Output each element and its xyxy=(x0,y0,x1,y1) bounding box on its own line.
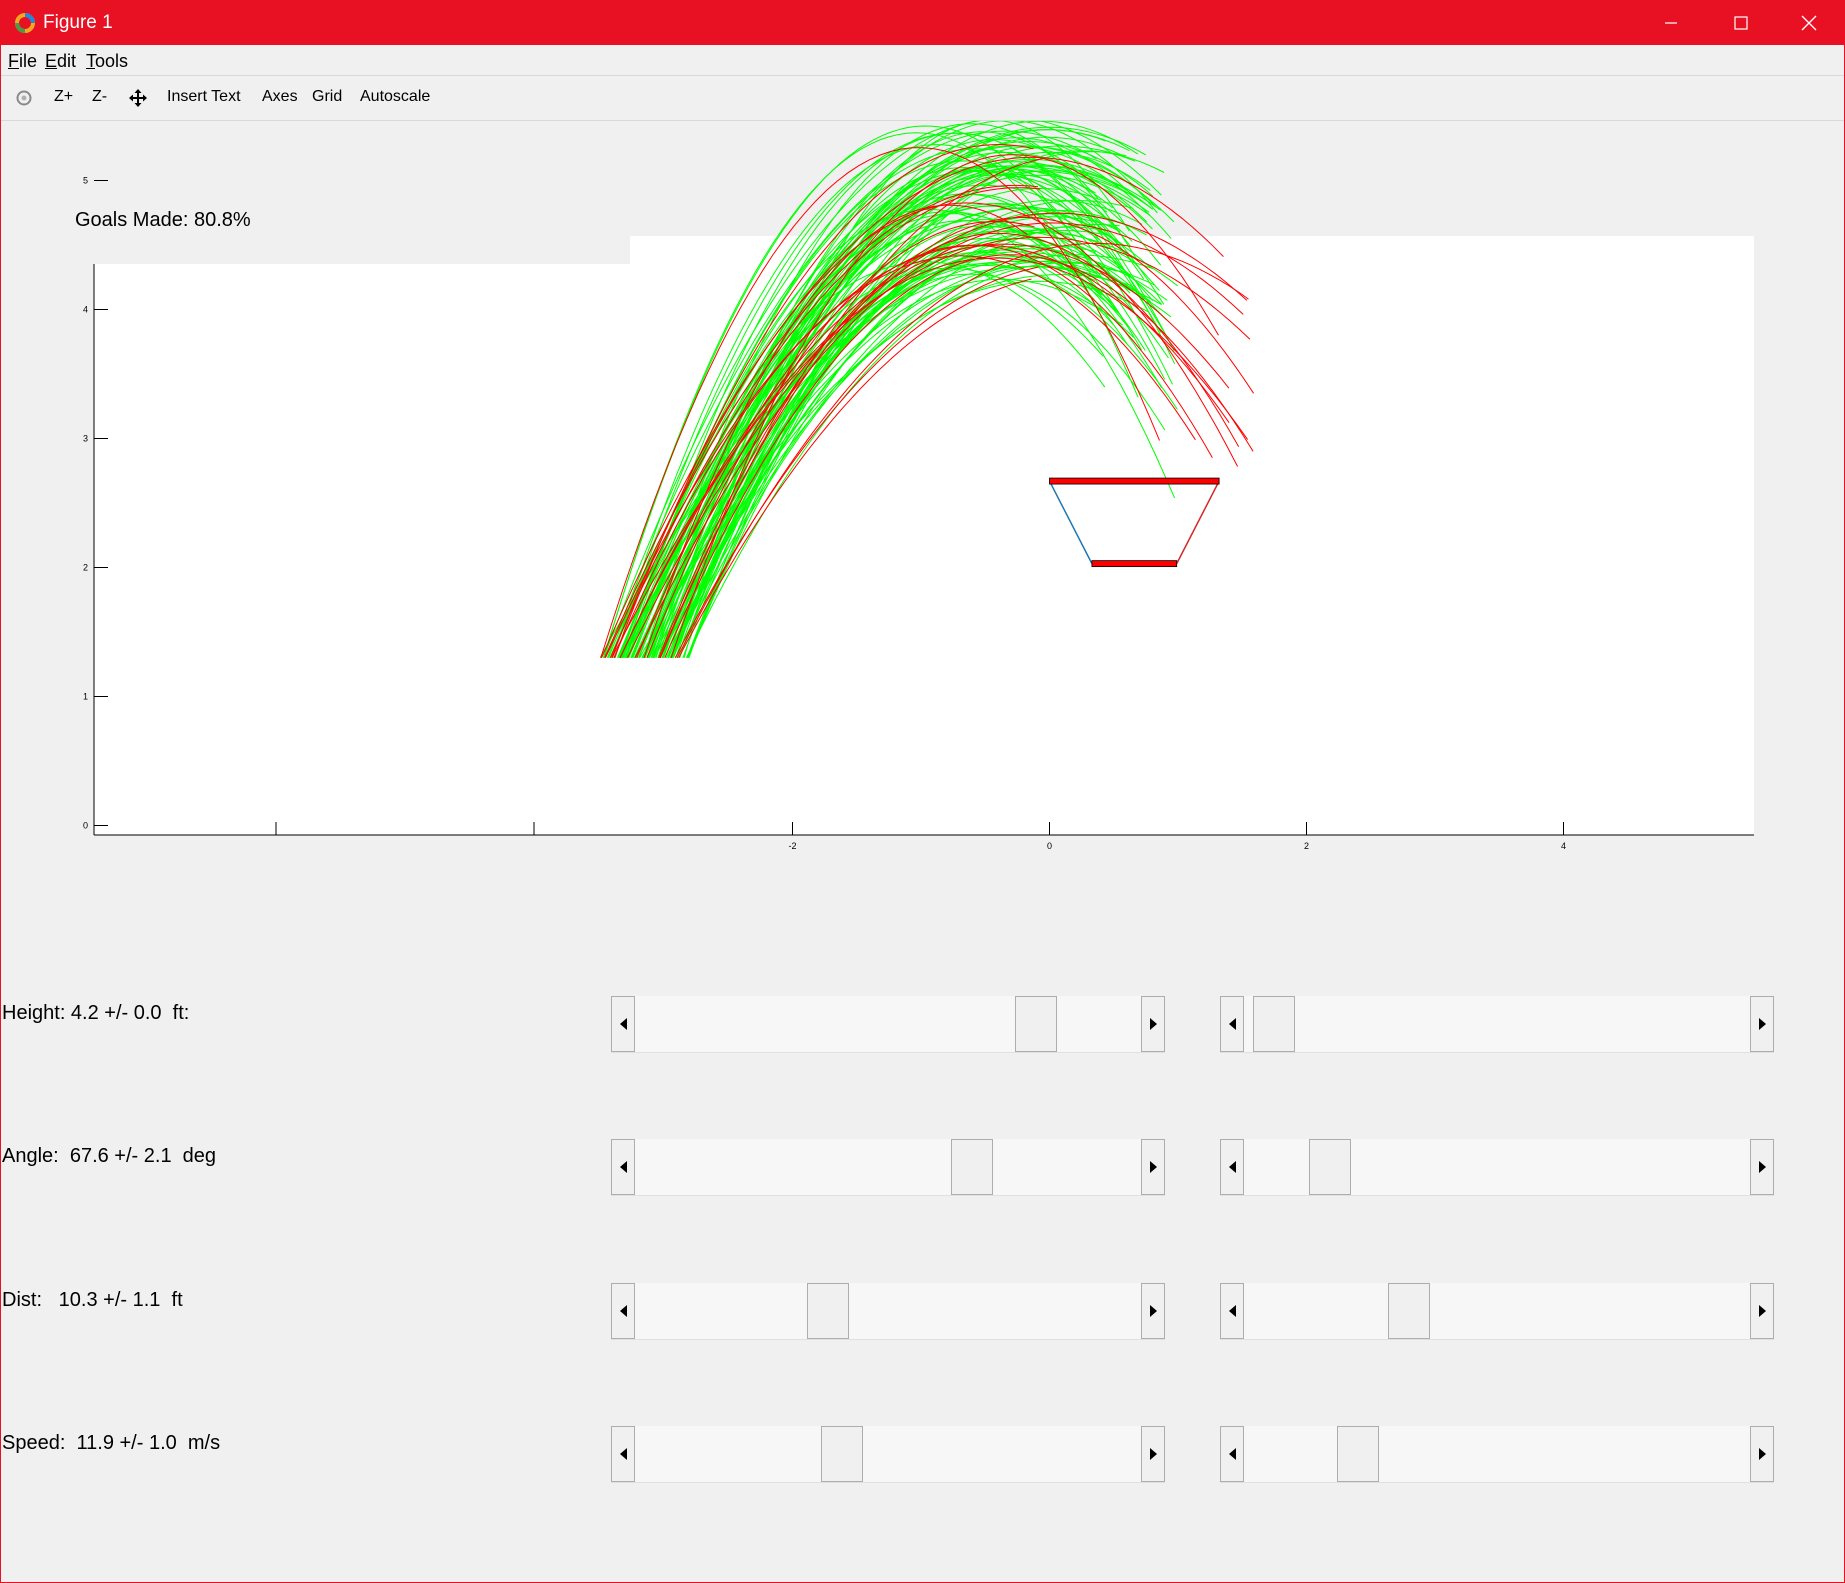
scroll-right-button[interactable] xyxy=(1750,1283,1774,1339)
grid-button[interactable]: Grid xyxy=(312,88,342,106)
arrow-right-icon xyxy=(1758,1448,1766,1460)
octave-logo-icon xyxy=(13,11,37,35)
maximize-button[interactable] xyxy=(1706,1,1776,45)
scroll-left-button[interactable] xyxy=(1220,996,1244,1052)
pan-icon xyxy=(129,89,147,107)
dist-mean-slider[interactable] xyxy=(611,1283,1165,1340)
speed-mean-slider[interactable] xyxy=(611,1426,1165,1483)
minimize-button[interactable] xyxy=(1636,1,1706,45)
slider-thumb[interactable] xyxy=(950,1139,993,1195)
y-tick-label: 5 xyxy=(83,176,88,186)
figure-canvas: -2 0 2 4 0 1 2 3 4 5 Goals Made: 80.8% xyxy=(1,121,1844,1582)
scroll-left-button[interactable] xyxy=(611,996,635,1052)
arrow-right-icon xyxy=(1149,1448,1157,1460)
zoom-in-button[interactable]: Z+ xyxy=(54,88,73,106)
hoop-bottom-rim xyxy=(1091,560,1178,568)
scroll-right-button[interactable] xyxy=(1750,1426,1774,1482)
menu-edit[interactable]: Edit xyxy=(45,51,76,72)
x-tick-label: -2 xyxy=(788,841,796,851)
menu-file-mnemonic: F xyxy=(8,51,19,71)
menu-edit-label: dit xyxy=(57,51,77,71)
scroll-right-button[interactable] xyxy=(1141,1283,1165,1339)
scroll-right-button[interactable] xyxy=(1141,1426,1165,1482)
figure-window: Figure 1 File Edit Tools Z+ Z- Insert Te… xyxy=(0,0,1845,1583)
slider-thumb[interactable] xyxy=(1336,1426,1379,1482)
scroll-left-button[interactable] xyxy=(1220,1283,1244,1339)
goals-made-label: Goals Made: 80.8% xyxy=(75,209,251,231)
slider-thumb[interactable] xyxy=(1015,996,1058,1052)
title-bar[interactable]: Figure 1 xyxy=(1,1,1844,45)
speed-spread-slider[interactable] xyxy=(1220,1426,1774,1483)
arrow-right-icon xyxy=(1149,1018,1157,1030)
menu-edit-mnemonic: E xyxy=(45,51,58,71)
angle-mean-slider[interactable] xyxy=(611,1139,1165,1196)
scroll-left-button[interactable] xyxy=(1220,1139,1244,1195)
slider-thumb[interactable] xyxy=(1253,996,1296,1052)
scroll-left-button[interactable] xyxy=(1220,1426,1244,1482)
axes-button[interactable]: Axes xyxy=(262,88,298,106)
insert-text-button[interactable]: Insert Text xyxy=(167,88,241,106)
pan-button[interactable] xyxy=(129,89,147,112)
arrow-right-icon xyxy=(1758,1018,1766,1030)
scroll-right-button[interactable] xyxy=(1750,1139,1774,1195)
maximize-icon xyxy=(1734,16,1748,30)
dist-spread-slider[interactable] xyxy=(1220,1283,1774,1340)
trajectory-plot[interactable]: -2 0 2 4 0 1 2 3 4 5 xyxy=(1,121,1844,1021)
arrow-right-icon xyxy=(1149,1305,1157,1317)
menu-tools-label: ools xyxy=(95,51,129,71)
arrow-left-icon xyxy=(1228,1305,1236,1317)
y-tick-label: 2 xyxy=(83,563,88,573)
scroll-left-button[interactable] xyxy=(611,1283,635,1339)
y-tick-label: 1 xyxy=(83,692,88,702)
arrow-left-icon xyxy=(619,1161,627,1173)
x-tick-label: 0 xyxy=(1047,841,1052,851)
slider-thumb[interactable] xyxy=(1308,1139,1351,1195)
arrow-right-icon xyxy=(1758,1161,1766,1173)
height-mean-slider[interactable] xyxy=(611,996,1165,1053)
x-tick-label: 2 xyxy=(1304,841,1309,851)
menu-file[interactable]: File xyxy=(8,51,37,72)
close-icon xyxy=(1801,15,1817,31)
slider-thumb[interactable] xyxy=(806,1283,849,1339)
window-title: Figure 1 xyxy=(43,12,113,33)
arrow-right-icon xyxy=(1149,1161,1157,1173)
plot-area xyxy=(94,264,1754,835)
menu-bar: File Edit Tools xyxy=(1,46,1844,76)
autoscale-button[interactable]: Autoscale xyxy=(360,88,430,106)
scroll-left-button[interactable] xyxy=(611,1426,635,1482)
slider-thumb[interactable] xyxy=(820,1426,863,1482)
speed-label: Speed: 11.9 +/- 1.0 m/s xyxy=(2,1432,221,1454)
angle-spread-slider[interactable] xyxy=(1220,1139,1774,1196)
arrow-left-icon xyxy=(1228,1448,1236,1460)
scroll-right-button[interactable] xyxy=(1141,1139,1165,1195)
rotate-button[interactable] xyxy=(15,89,33,112)
arrow-left-icon xyxy=(1228,1018,1236,1030)
y-tick-label: 3 xyxy=(83,434,88,444)
arrow-left-icon xyxy=(619,1305,627,1317)
y-tick-label: 4 xyxy=(83,305,88,315)
menu-tools-mnemonic: T xyxy=(86,51,95,71)
arrow-right-icon xyxy=(1758,1305,1766,1317)
minimize-icon xyxy=(1665,22,1677,24)
zoom-out-button[interactable]: Z- xyxy=(92,88,107,106)
slider-thumb[interactable] xyxy=(1387,1283,1430,1339)
scroll-right-button[interactable] xyxy=(1141,996,1165,1052)
arrow-left-icon xyxy=(1228,1161,1236,1173)
arrow-left-icon xyxy=(619,1448,627,1460)
menu-file-label: ile xyxy=(19,51,38,71)
close-button[interactable] xyxy=(1774,1,1844,45)
toolbar: Z+ Z- Insert Text Axes Grid Autoscale xyxy=(1,76,1844,121)
y-tick-label: 0 xyxy=(83,821,88,831)
menu-tools[interactable]: Tools xyxy=(86,51,128,72)
height-spread-slider[interactable] xyxy=(1220,996,1774,1053)
x-tick-label: 4 xyxy=(1561,841,1566,851)
scroll-left-button[interactable] xyxy=(611,1139,635,1195)
height-label: Height: 4.2 +/- 0.0 ft: xyxy=(2,1002,190,1024)
hoop-top-rim xyxy=(1049,477,1220,485)
angle-label: Angle: 67.6 +/- 2.1 deg xyxy=(2,1145,217,1167)
rotate-icon xyxy=(16,90,32,106)
scroll-right-button[interactable] xyxy=(1750,996,1774,1052)
arrow-left-icon xyxy=(619,1018,627,1030)
dist-label: Dist: 10.3 +/- 1.1 ft xyxy=(2,1289,183,1311)
